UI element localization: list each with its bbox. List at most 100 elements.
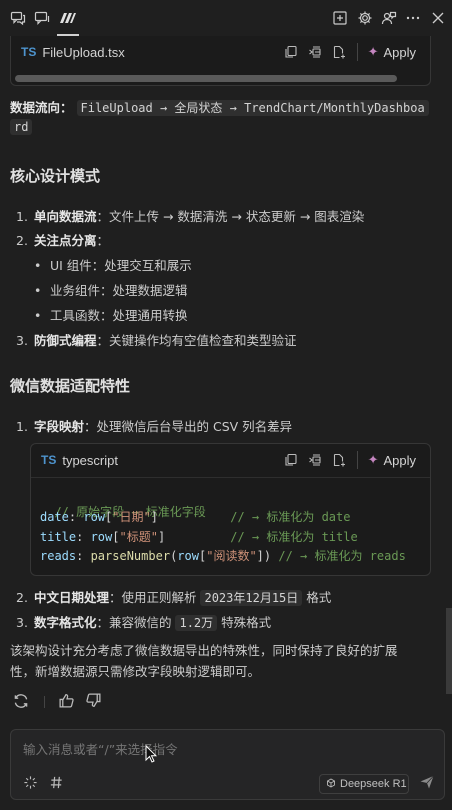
list-number: 2. [16,590,28,605]
plus-square-icon[interactable] [330,8,350,28]
data-flow-line-2: rd [10,119,33,135]
data-flow-label: 数据流向： [10,100,73,115]
code-comment: // → 标准化为 reads [278,549,406,563]
code-token: ] [150,510,158,524]
insert-at-cursor-icon[interactable] [303,448,327,472]
list-item: 3. 防御式编程：关键操作均有空值检查和类型验证 [16,330,297,349]
list-item: 1. 字段映射：处理微信后台导出的 CSV 列名差异 [16,416,292,435]
code-divider [31,477,430,478]
apply-label: Apply [383,452,416,468]
list-item: 1. 单向数据流：文件上传 → 数据清洗 → 状态更新 → 图表渲染 [16,206,364,225]
bullet-icon: • [34,258,42,273]
person-feedback-icon[interactable] [379,8,399,28]
code-filename: FileUpload.tsx [42,44,125,60]
chat-input[interactable] [23,738,423,760]
list-item-text: ：处理微信后台导出的 CSV 列名差异 [84,419,293,434]
cube-icon [326,777,336,791]
horizontal-scrollbar[interactable] [15,75,397,82]
sub-item-text: 业务组件：处理数据逻辑 [50,283,188,298]
ts-badge: TS [41,453,57,467]
list-item-text: ：使用正则解析 [109,590,201,605]
summary-line-2: 性，新增数据源只需修改字段映射逻辑即可。 [10,664,261,679]
code-block-actions: ✦ Apply [279,36,420,68]
code-token: reads [40,549,77,563]
list-item-bold: 单向数据流 [33,209,97,224]
ellipsis-icon[interactable] [403,8,423,28]
model-selector[interactable]: Deepseek R1 [319,774,409,794]
data-flow-line: 数据流向： FileUpload → 全局状态 → TrendChart/Mon… [10,97,429,116]
gear-icon[interactable] [355,8,375,28]
vertical-scrollbar[interactable] [446,608,452,694]
model-label: Deepseek R1 [340,778,407,790]
copy-icon[interactable] [279,448,303,472]
send-icon[interactable] [419,774,439,794]
code-token: : [76,549,91,563]
thumbs-up-icon[interactable] [58,692,78,712]
list-item: 2. 中文日期处理：使用正则解析 2023年12月15日 格式 [16,587,331,606]
summary-line-1: 该架构设计充分考虑了微信数据导出的特殊性，同时保持了良好的扩展 [10,643,398,658]
code-token: [ [112,530,120,544]
list-item-bold: 中文日期处理 [33,590,109,605]
code-block-actions: ✦ Apply [279,444,420,476]
sub-list-item: • 业务组件：处理数据逻辑 [34,280,188,299]
thumbs-down-icon[interactable] [85,692,105,712]
apply-separator [356,43,358,61]
sub-list-item: • 工具函数：处理通用转换 [34,305,188,324]
list-item-text: 特殊格式 [217,615,272,630]
refresh-icon[interactable] [12,692,32,712]
code-comment: // → 标准化为 title [230,530,358,544]
section-title-wechat-adapt: 微信数据适配特性 [10,377,131,395]
list-item-bold: 防御式编程 [33,333,97,348]
code-token: row [90,530,113,544]
list-number: 1. [16,419,28,434]
code-token: row [177,549,199,563]
bullet-icon: • [34,283,42,298]
list-number: 2. [16,233,28,248]
code-token: row [83,510,106,524]
code-token: "标题" [119,530,158,544]
new-file-icon[interactable] [327,40,351,64]
list-item-text: ：兼容微信的 [96,615,176,630]
top-toolbar [0,0,452,36]
chat-input-box: Deepseek R1 [10,729,445,800]
apply-button[interactable]: ✦ Apply [364,448,420,472]
code-block-header: TS FileUpload.tsx ✦ Apply [11,36,430,68]
close-icon[interactable] [428,8,448,28]
list-item-text: ：关键操作均有空值检查和类型验证 [96,333,297,348]
list-number: 3. [16,333,28,348]
code-token: : [68,510,84,524]
ts-badge: TS [21,45,37,59]
code-language: typescript [62,452,118,468]
chat-icon[interactable] [32,8,52,28]
code-token: "日期" [112,510,151,524]
apply-button[interactable]: ✦ Apply [364,40,420,64]
apply-separator [356,451,358,469]
data-flow-code: FileUpload → 全局状态 → TrendChart/MonthlyDa… [76,100,429,116]
code-token: "阅读数" [206,549,257,563]
list-number: 3. [16,615,28,630]
list-item-bold: 字段映射 [33,419,84,434]
inline-code: 1.2万 [175,615,218,631]
code-token: date [40,510,69,524]
code-comment: // → 标准化为 date [230,510,351,524]
sparkles-icon[interactable] [23,775,39,791]
code-token: parseNumber [90,549,171,563]
comment-discussion-icon[interactable] [8,8,28,28]
code-token: ]) [256,549,272,563]
list-number: 1. [16,209,28,224]
sparkle-icon: ✦ [367,44,379,59]
m-logo-icon[interactable] [57,8,79,36]
action-separator [44,696,45,708]
apply-label: Apply [383,44,416,60]
copy-icon[interactable] [279,40,303,64]
code-line-4: reads: parseNumber(row["阅读数"]) // → 标准化为… [40,547,406,564]
code-block-file-upload: TS FileUpload.tsx ✦ Apply [10,36,431,86]
code-token: : [76,530,91,544]
bullet-icon: • [34,308,42,323]
insert-at-cursor-icon[interactable] [303,40,327,64]
new-file-icon[interactable] [327,448,351,472]
hashtag-icon[interactable] [49,775,65,791]
list-item-text: ： [96,233,110,248]
